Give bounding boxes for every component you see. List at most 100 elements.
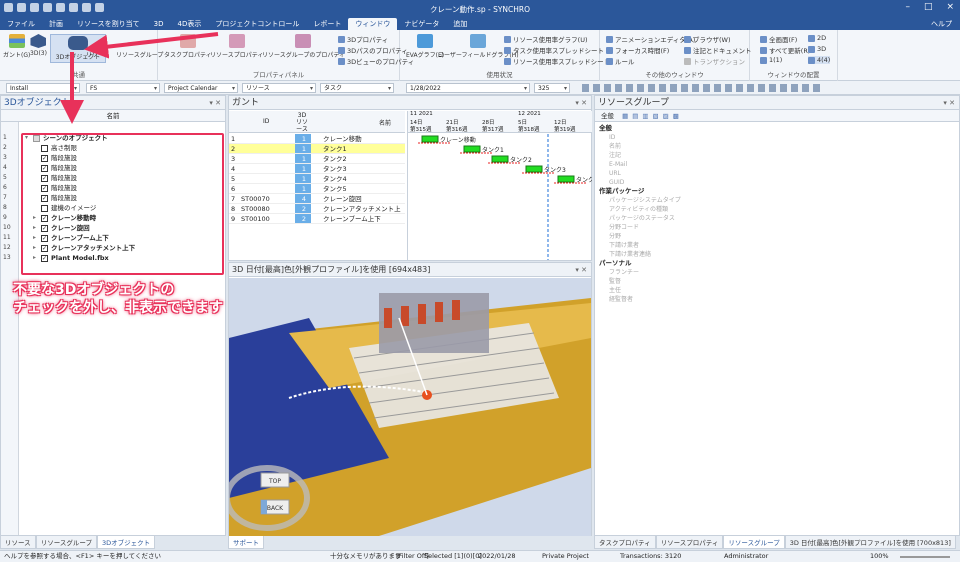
property-item[interactable]: 監督 <box>595 277 959 286</box>
property-item[interactable]: 名前 <box>595 142 959 151</box>
gantt-row[interactable]: 4 1 タンク3 <box>229 164 405 174</box>
resource-usage-graph-button[interactable]: リソース使用率グラフ(U) <box>504 34 588 44</box>
menu-file[interactable]: ファイル <box>0 18 42 30</box>
3d-path-property-button[interactable]: 3Dパスのプロパティ <box>338 45 408 55</box>
menu-3d[interactable]: 3D <box>147 18 171 30</box>
gantt-row[interactable]: 6 1 タンク5 <box>229 184 405 194</box>
playback-controls[interactable] <box>582 84 822 92</box>
fullscreen-button[interactable]: 全画面(F) <box>760 34 797 44</box>
gantt-row[interactable]: 1 1 クレーン移動 <box>229 134 405 144</box>
task-id: ST00100 <box>241 215 270 223</box>
activity-type-combo[interactable]: Install <box>6 83 80 93</box>
task-property-button[interactable]: タスクプロパティ <box>164 34 212 59</box>
tab-task-property[interactable]: タスクプロパティ <box>594 536 656 549</box>
tab-support[interactable]: サポート <box>228 536 264 549</box>
gantt-row[interactable]: 8 ST00080 2 クレーンアタッチメント上 <box>229 204 405 214</box>
col-header-name[interactable]: 名前 <box>1 110 225 122</box>
tab-3d-objects[interactable]: 3Dオブジェクト <box>96 536 156 549</box>
layout-4-button[interactable]: 4(4) <box>808 56 831 64</box>
calendar-combo[interactable]: Project Calendar <box>164 83 238 93</box>
pin-icon[interactable]: ▾ ✕ <box>943 96 955 110</box>
property-item[interactable]: 分野 <box>595 232 959 241</box>
zoom-slider[interactable] <box>900 556 950 558</box>
menu-assign-resources[interactable]: リソースを割り当て <box>70 18 147 30</box>
property-item[interactable]: URL <box>595 169 959 178</box>
gantt-row[interactable]: 7 ST00070 4 クレーン旋回 <box>229 194 405 204</box>
animation-editor-button[interactable]: アニメーションエディタ(A) <box>606 34 695 44</box>
col-3d-resource[interactable]: 3Dリソース <box>295 112 309 133</box>
property-item[interactable]: 下請け業者 <box>595 241 959 250</box>
focus-time-button[interactable]: フォーカス時間(F) <box>606 45 669 55</box>
property-item[interactable]: フランチー <box>595 268 959 277</box>
pin-icon[interactable]: ▾ ✕ <box>575 263 587 277</box>
transactions-button[interactable]: トランザクション <box>684 56 745 66</box>
property-item[interactable]: ID <box>595 133 959 142</box>
property-item[interactable]: 主任 <box>595 286 959 295</box>
property-item[interactable]: パッケージシステムタイプ <box>595 196 959 205</box>
month-label: 12 2021 <box>518 111 541 117</box>
minimize-icon[interactable]: – <box>905 2 910 12</box>
layout-2d-button[interactable]: 2D <box>808 34 826 42</box>
menu-project-control[interactable]: プロジェクトコントロール <box>208 18 306 30</box>
gantt-row[interactable]: 3 1 タンク2 <box>229 154 405 164</box>
tab-3d-view[interactable]: 3D 日付[最高]色[外観プロファイル]を使用 [700x813] <box>784 536 956 549</box>
gantt-row[interactable]: 2 1 タンク1 <box>229 144 405 154</box>
resource-usage-sheet-button[interactable]: リソース使用率スプレッドシート <box>504 56 610 66</box>
relation-type-combo[interactable]: FS <box>86 83 160 93</box>
menu-report[interactable]: レポート <box>306 18 348 30</box>
maximize-icon[interactable]: □ <box>924 2 933 12</box>
notes-docs-button[interactable]: 注記とドキュメント <box>684 45 752 55</box>
tab-resource-group[interactable]: リソースグループ <box>723 536 785 549</box>
menu-navigator[interactable]: ナビゲータ <box>397 18 446 30</box>
speed-spinner[interactable]: 325 <box>534 83 570 93</box>
property-item[interactable]: 経監督者 <box>595 295 959 304</box>
rule-button[interactable]: ルール <box>606 56 635 66</box>
col-id[interactable]: ID <box>263 118 269 125</box>
layout-3d-button[interactable]: 3D <box>808 45 826 53</box>
resource-combo[interactable]: リソース <box>242 83 316 93</box>
property-category[interactable]: パーソナル <box>595 259 959 268</box>
property-item[interactable]: 注記 <box>595 151 959 160</box>
pin-icon[interactable]: ▾ ✕ <box>209 96 221 110</box>
3d-property-button[interactable]: 3Dプロパティ <box>338 34 388 44</box>
layout-1-button[interactable]: 1(1) <box>760 56 782 64</box>
browser-button[interactable]: ブラウザ(W) <box>684 34 731 44</box>
close-icon[interactable]: × <box>946 2 954 12</box>
menu-window[interactable]: ウィンドウ <box>348 18 398 30</box>
task-usage-sheet-button[interactable]: タスク使用率スプレッドシート <box>504 45 604 55</box>
help-link[interactable]: ヘルプ <box>931 19 952 29</box>
property-category[interactable]: 全般 <box>595 124 959 133</box>
tab-resources[interactable]: リソース <box>0 536 36 549</box>
pin-icon[interactable]: ▾ ✕ <box>575 96 587 110</box>
property-item[interactable]: E-Mail <box>595 160 959 169</box>
tab-resource-groups[interactable]: リソースグループ <box>35 536 97 549</box>
property-toolbar-icons[interactable]: ▦▤▥▧▨▩ <box>622 112 683 120</box>
gantt-button[interactable]: ガント(G) <box>3 34 30 59</box>
resource-groups-button[interactable]: リソースグループ <box>116 34 163 59</box>
menu-plan[interactable]: 計画 <box>42 18 70 30</box>
gantt-row[interactable]: 9 ST00100 2 クレーンブーム上下 <box>229 214 405 224</box>
filter-all-button[interactable]: 全般 <box>601 112 614 120</box>
3d-button[interactable]: 3D(3) <box>30 34 47 57</box>
property-item[interactable]: GUID <box>595 178 959 187</box>
tab-resource-property[interactable]: リソースプロパティ <box>655 536 724 549</box>
property-item[interactable]: パッケージのステータス <box>595 214 959 223</box>
window-controls[interactable]: – □ × <box>905 2 954 12</box>
gantt-row[interactable]: 5 1 タンク4 <box>229 174 405 184</box>
date-combo[interactable]: 1/28/2022 <box>406 83 530 93</box>
property-item[interactable]: アクティビティの種類 <box>595 205 959 214</box>
gantt-bars[interactable]: クレーン移動タンク1タンク2タンク3タンク <box>408 134 592 260</box>
resources-button[interactable]: リソース <box>86 34 110 59</box>
resource-group-property-button[interactable]: リソースグループのプロパティ <box>262 34 345 59</box>
rule-icon <box>606 57 613 65</box>
refresh-all-button[interactable]: すべて更新(R) <box>760 45 810 55</box>
property-item[interactable]: 分野コード <box>595 223 959 232</box>
menu-4d-view[interactable]: 4D表示 <box>171 18 209 30</box>
3d-viewport[interactable]: TOP BACK <box>229 278 591 536</box>
menu-add[interactable]: 追加 <box>446 18 474 30</box>
task-combo[interactable]: タスク <box>320 83 394 93</box>
resource-property-button[interactable]: リソースプロパティ <box>210 34 263 59</box>
property-item[interactable]: 下請け業者連絡 <box>595 250 959 259</box>
col-name[interactable]: 名前 <box>379 118 391 127</box>
property-category[interactable]: 作業パッケージ <box>595 187 959 196</box>
